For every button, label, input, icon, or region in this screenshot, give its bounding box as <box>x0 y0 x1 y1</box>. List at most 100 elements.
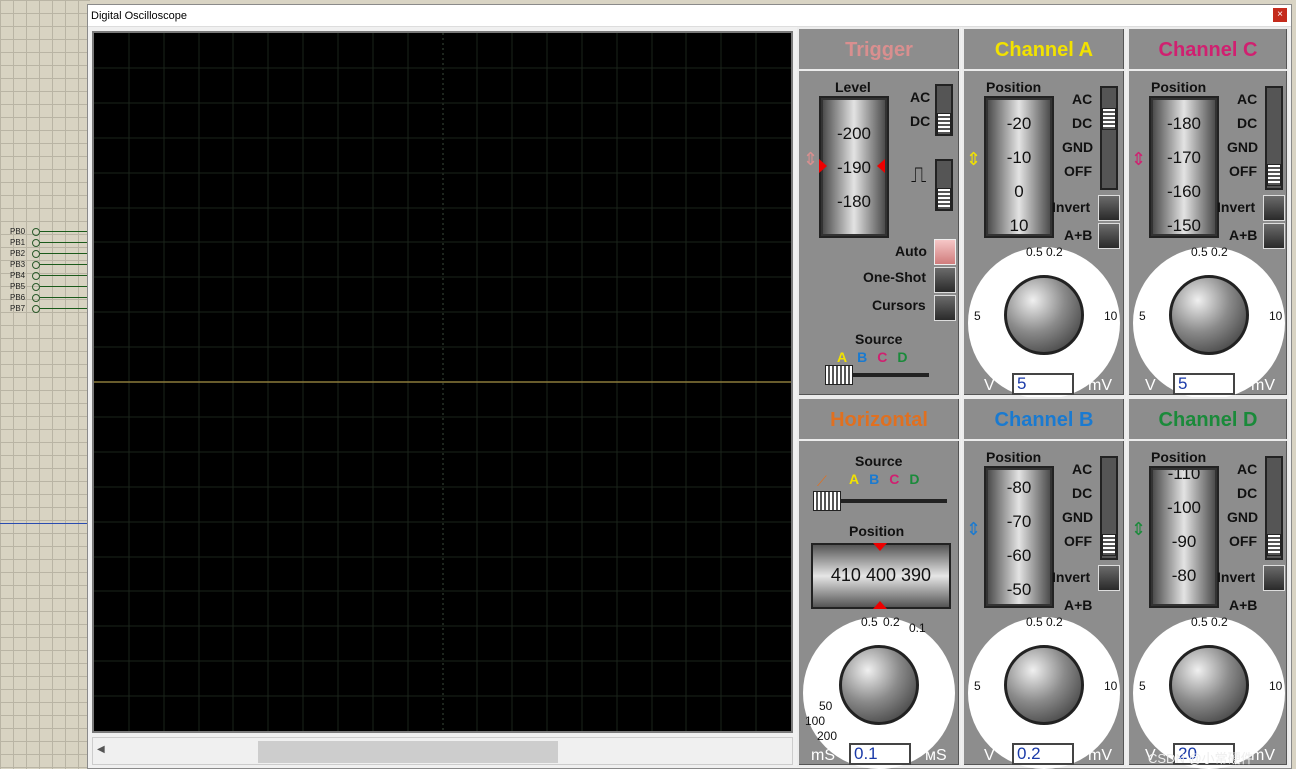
channel-c-position-wheel[interactable]: -180 -170 -160 -150 <box>1151 98 1217 236</box>
coupling-off-label: OFF <box>1064 163 1092 179</box>
scope-display <box>92 31 793 733</box>
oneshot-button[interactable] <box>934 267 956 293</box>
oneshot-label: One-Shot <box>863 269 926 285</box>
trigger-source-slider[interactable] <box>825 365 853 385</box>
aplusb-label: A+B <box>1064 597 1093 613</box>
mv-unit: mV <box>1088 377 1112 394</box>
volts-tick: 10 <box>1104 309 1118 323</box>
level-pointer-icon <box>819 159 827 173</box>
channel-a-coupling-switch[interactable] <box>1100 86 1118 190</box>
mv-unit: mV <box>1251 377 1275 394</box>
channel-d-coupling-switch[interactable] <box>1265 456 1283 560</box>
coupling-ac-label: AC <box>1072 91 1093 107</box>
horizontal-panel: Horizontal Source ABCD ⟋ Position 410 40… <box>797 397 961 769</box>
wheel-value: -160 <box>1166 182 1202 201</box>
pin-terminal-icon <box>32 272 40 280</box>
channel-d-invert-button[interactable] <box>1263 565 1285 591</box>
channel-a-position-wheel[interactable]: -20 -10 0 10 <box>986 98 1052 236</box>
channel-a-aplusb-button[interactable] <box>1098 223 1120 249</box>
volts-tick: 0.5 <box>1191 615 1208 629</box>
horizontal-source-slider[interactable] <box>813 491 841 511</box>
wheel-value: -180 <box>1166 114 1202 133</box>
channel-a-volts-knob[interactable] <box>1004 275 1084 355</box>
coupling-off-label: OFF <box>1229 163 1257 179</box>
horizontal-scrollbar[interactable]: ◀ <box>92 737 793 765</box>
horizontal-title: Horizontal <box>799 399 959 441</box>
channel-b-coupling-switch[interactable] <box>1100 456 1118 560</box>
coupling-gnd-label: GND <box>1062 509 1094 525</box>
pin-label: PB3 <box>10 260 26 269</box>
channel-b-volts-dial <box>968 617 1120 769</box>
position-tick: 390 <box>901 565 932 585</box>
trigger-coupling-switch[interactable] <box>935 84 953 136</box>
pin-terminal-icon <box>32 261 40 269</box>
scrollbar-thumb[interactable] <box>258 741 558 763</box>
auto-label: Auto <box>895 243 927 259</box>
position-pointer-icon <box>873 601 887 609</box>
channel-a-marker-icon: ⇕ <box>966 149 982 169</box>
channel-a-position-label: Position <box>986 79 1042 95</box>
cursors-button[interactable] <box>934 295 956 321</box>
channel-d-position-label: Position <box>1151 449 1207 465</box>
volts-tick: 0.2 <box>1211 615 1228 629</box>
volts-tick: 10 <box>1269 679 1283 693</box>
channel-d-volts-knob[interactable] <box>1169 645 1249 725</box>
coupling-ac-label: AC <box>1072 461 1093 477</box>
pin-label: PB4 <box>10 271 26 280</box>
channel-b-volts-knob[interactable] <box>1004 645 1084 725</box>
level-wheel-value: -180 <box>836 192 872 211</box>
channel-c-coupling-switch[interactable] <box>1265 86 1283 190</box>
source-a: A <box>849 471 870 487</box>
channel-b-volts-value[interactable]: 0.2 <box>1012 743 1074 765</box>
wheel-value: -70 <box>1006 512 1032 531</box>
timebase-knob[interactable] <box>839 645 919 725</box>
channel-a-volts-value[interactable]: 5 <box>1012 373 1074 395</box>
auto-button[interactable] <box>934 239 956 265</box>
timebase-value[interactable]: 0.1 <box>849 743 911 765</box>
source-d: D <box>909 471 930 487</box>
edge-icon: ⎍ <box>911 162 927 187</box>
channel-b-position-label: Position <box>986 449 1042 465</box>
volts-tick: 5 <box>974 679 981 693</box>
channel-c-invert-button[interactable] <box>1263 195 1285 221</box>
position-tick: 400 <box>865 565 897 585</box>
coupling-dc-label: DC <box>1237 485 1258 501</box>
channel-b-invert-button[interactable] <box>1098 565 1120 591</box>
close-button[interactable]: × <box>1273 8 1287 22</box>
volts-tick: 0.5 <box>1191 245 1208 259</box>
channel-c-aplusb-button[interactable] <box>1263 223 1285 249</box>
timebase-tick: 200 <box>817 729 838 743</box>
wheel-value: -170 <box>1166 148 1202 167</box>
channel-b-wheel-frame: -80 -70 -60 -50 <box>984 466 1054 608</box>
volts-tick: 0.2 <box>1046 615 1063 629</box>
channel-a-wheel-frame: -20 -10 0 10 <box>984 96 1054 238</box>
pin-label: PB7 <box>10 304 26 313</box>
volts-unit: V <box>1145 377 1156 394</box>
wheel-value: -10 <box>1006 148 1032 167</box>
channel-c-volts-knob[interactable] <box>1169 275 1249 355</box>
horizontal-position-wheel[interactable]: 410 400 390 <box>811 543 951 609</box>
schematic-pin: PB2 <box>10 248 90 259</box>
channel-a-invert-button[interactable] <box>1098 195 1120 221</box>
volts-tick: 10 <box>1269 309 1283 323</box>
wheel-value: -110 <box>1167 468 1201 483</box>
channel-d-volts-dial <box>1133 617 1285 769</box>
pin-wire <box>40 286 90 287</box>
pin-label: PB5 <box>10 282 26 291</box>
schematic-pin: PB4 <box>10 270 90 281</box>
pin-label: PB0 <box>10 227 26 236</box>
pin-terminal-icon <box>32 239 40 247</box>
wheel-value: 0 <box>1014 182 1024 201</box>
channel-b-position-wheel[interactable]: -80 -70 -60 -50 <box>986 468 1052 606</box>
source-a: A <box>837 349 858 365</box>
trigger-source-letters: ABCD <box>837 349 918 365</box>
position-pointer-icon <box>873 543 887 551</box>
pin-terminal-icon <box>32 283 40 291</box>
pin-terminal-icon <box>32 305 40 313</box>
pin-wire <box>40 231 90 232</box>
channel-d-position-wheel[interactable]: -110 -100 -90 -80 <box>1151 468 1217 606</box>
trigger-edge-switch[interactable] <box>935 159 953 211</box>
channel-c-volts-value[interactable]: 5 <box>1173 373 1235 395</box>
scroll-left-icon[interactable]: ◀ <box>97 744 105 755</box>
timebase-tick: 100 <box>805 714 826 728</box>
